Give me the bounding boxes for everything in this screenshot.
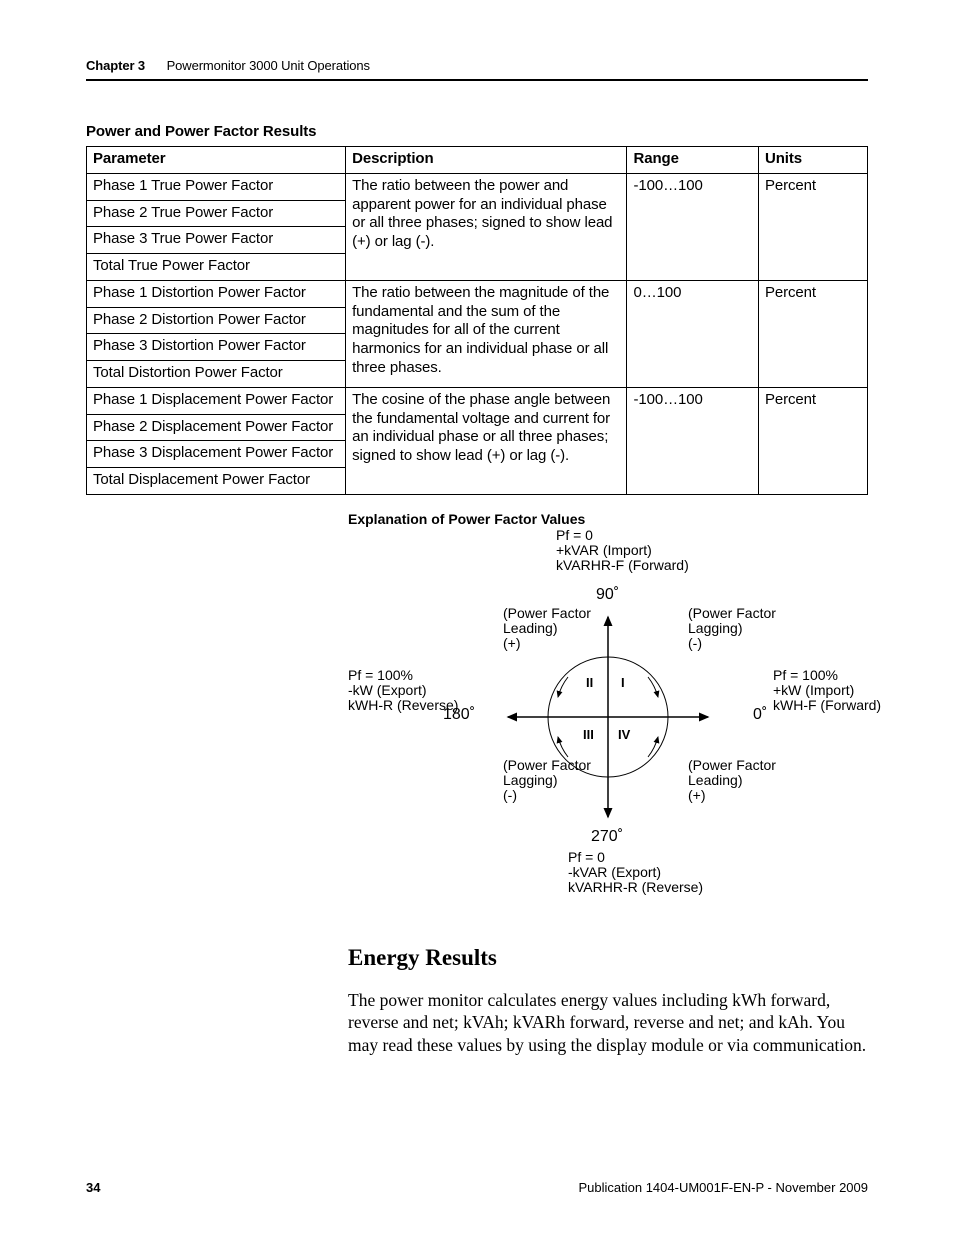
param-cell: Total Distortion Power Factor xyxy=(87,361,346,388)
header-rule xyxy=(86,79,868,81)
desc-cell: The ratio between the magnitude of the f… xyxy=(346,280,627,387)
diagram-title: Explanation of Power Factor Values xyxy=(348,511,868,527)
quadrant-4-label: IV xyxy=(618,727,630,743)
param-cell: Phase 1 Distortion Power Factor xyxy=(87,280,346,307)
publication-info: Publication 1404-UM001F-EN-P - November … xyxy=(578,1180,868,1195)
diagram-angle-90: 90˚ xyxy=(596,585,619,604)
units-cell: Percent xyxy=(758,173,867,280)
param-cell: Phase 1 Displacement Power Factor xyxy=(87,387,346,414)
diagram-angle-270: 270˚ xyxy=(591,827,623,846)
page-number: 34 xyxy=(86,1180,100,1195)
quadrant-1-label: I xyxy=(621,675,625,691)
table-row: Phase 1 True Power Factor The ratio betw… xyxy=(87,173,868,200)
page-footer: 34 Publication 1404-UM001F-EN-P - Novemb… xyxy=(86,1180,868,1195)
col-range: Range xyxy=(627,147,759,174)
q4-line3: (+) xyxy=(688,787,706,804)
param-cell: Total Displacement Power Factor xyxy=(87,468,346,495)
section-title: Energy Results xyxy=(348,945,868,971)
param-cell: Phase 3 Distortion Power Factor xyxy=(87,334,346,361)
param-cell: Phase 3 True Power Factor xyxy=(87,227,346,254)
power-factor-table: Parameter Description Range Units Phase … xyxy=(86,146,868,495)
running-header: Chapter 3 Powermonitor 3000 Unit Operati… xyxy=(86,58,868,73)
power-factor-diagram: Pf = 0 +kVAR (Import) kVARHR-F (Forward)… xyxy=(348,527,868,917)
desc-cell: The cosine of the phase angle between th… xyxy=(346,387,627,494)
table-row: Phase 1 Displacement Power Factor The co… xyxy=(87,387,868,414)
chapter-title: Powermonitor 3000 Unit Operations xyxy=(167,58,370,73)
param-cell: Phase 2 Displacement Power Factor xyxy=(87,414,346,441)
diagram-right-kwh: kWH-F (Forward) xyxy=(773,697,881,714)
param-cell: Phase 2 True Power Factor xyxy=(87,200,346,227)
table-header-row: Parameter Description Range Units xyxy=(87,147,868,174)
range-cell: 0…100 xyxy=(627,280,759,387)
param-cell: Total True Power Factor xyxy=(87,254,346,281)
section-body: The power monitor calculates energy valu… xyxy=(348,989,868,1056)
chapter-label: Chapter 3 xyxy=(86,58,145,73)
table-title: Power and Power Factor Results xyxy=(86,123,868,140)
diagram-left-kwh: kWH-R (Reverse) xyxy=(348,697,458,714)
col-description: Description xyxy=(346,147,627,174)
units-cell: Percent xyxy=(758,280,867,387)
range-cell: -100…100 xyxy=(627,387,759,494)
desc-cell: The ratio between the power and apparent… xyxy=(346,173,627,280)
quadrant-2-label: II xyxy=(586,675,593,691)
col-parameter: Parameter xyxy=(87,147,346,174)
units-cell: Percent xyxy=(758,387,867,494)
q1-line3: (-) xyxy=(688,635,702,652)
param-cell: Phase 1 True Power Factor xyxy=(87,173,346,200)
diagram-top-kvarhr: kVARHR-F (Forward) xyxy=(556,557,689,574)
range-cell: -100…100 xyxy=(627,173,759,280)
diagram-angle-0: 0˚ xyxy=(753,705,767,724)
param-cell: Phase 2 Distortion Power Factor xyxy=(87,307,346,334)
col-units: Units xyxy=(758,147,867,174)
quadrant-3-label: III xyxy=(583,727,594,743)
diagram-bottom-kvarhr: kVARHR-R (Reverse) xyxy=(568,879,703,896)
q2-line3: (+) xyxy=(503,635,521,652)
param-cell: Phase 3 Displacement Power Factor xyxy=(87,441,346,468)
table-row: Phase 1 Distortion Power Factor The rati… xyxy=(87,280,868,307)
q3-line3: (-) xyxy=(503,787,517,804)
